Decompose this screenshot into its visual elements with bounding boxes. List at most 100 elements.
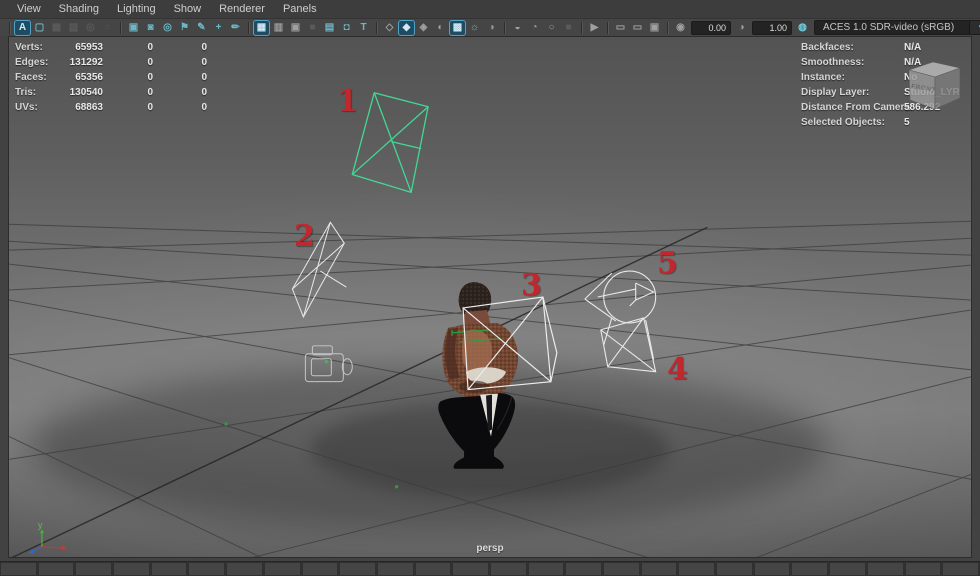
- textured-icon[interactable]: ◈: [416, 21, 431, 35]
- time-slider-tick[interactable]: [905, 563, 941, 575]
- ambient-occlusion-icon[interactable]: ◒: [510, 21, 525, 35]
- hud-label: UVs:: [15, 102, 38, 113]
- motion-blur-icon[interactable]: ◔: [527, 21, 542, 35]
- time-slider-tick[interactable]: [114, 563, 149, 575]
- annotation-3: 3: [521, 268, 542, 303]
- time-slider-tick[interactable]: [604, 563, 639, 575]
- hud-label: Edges:: [15, 57, 49, 68]
- hud-label: Instance:: [801, 72, 845, 83]
- time-slider-tick[interactable]: [340, 563, 375, 575]
- time-slider-tick[interactable]: [490, 563, 526, 575]
- paint-select-icon[interactable]: ▨: [66, 21, 81, 35]
- time-slider-tick[interactable]: [302, 563, 338, 575]
- select-sphere-icon[interactable]: ○: [100, 21, 115, 35]
- 3d-viewport[interactable]: y Verts: 65953 0 0 Edges: 131292 0 0 Faces: 65356…: [8, 36, 972, 558]
- safe-action-icon[interactable]: ◘: [339, 21, 354, 35]
- toolbar-separator: [667, 21, 668, 34]
- field-chart-icon[interactable]: ▤: [322, 21, 337, 35]
- select-circle-icon[interactable]: ◎: [83, 21, 98, 35]
- selection-highlight-icon[interactable]: A: [14, 19, 31, 36]
- render-setting-icon[interactable]: ■: [561, 21, 576, 35]
- menu-item-show[interactable]: Show: [165, 1, 211, 17]
- annotation-4: 4: [667, 352, 688, 387]
- hud-value: 0: [201, 72, 207, 83]
- view-transform-dropdown[interactable]: ACES 1.0 SDR-video (sRGB) ▾: [814, 20, 980, 35]
- time-slider-tick[interactable]: [566, 563, 601, 575]
- time-slider-tick[interactable]: [528, 563, 564, 575]
- snapshot-multi-icon[interactable]: ▭: [630, 21, 645, 35]
- exposure-icon[interactable]: ◉: [673, 21, 688, 35]
- time-slider-tick[interactable]: [641, 563, 677, 575]
- bookmark-icon[interactable]: ⚑: [177, 21, 192, 35]
- time-slider-tick[interactable]: [717, 563, 752, 575]
- image-plane-icon[interactable]: ▣: [647, 21, 662, 35]
- time-slider-tick[interactable]: [189, 563, 225, 575]
- camera-attributes-icon[interactable]: ◎: [160, 21, 175, 35]
- gate-mask-icon[interactable]: ■: [305, 21, 320, 35]
- time-slider-tick[interactable]: [76, 563, 112, 575]
- hud-value: 0: [147, 72, 153, 83]
- time-slider-tick[interactable]: [377, 563, 413, 575]
- hud-value: 65953: [75, 42, 103, 53]
- brush-icon[interactable]: ✏: [228, 21, 243, 35]
- wireframe-on-shaded-icon[interactable]: ▩: [449, 19, 466, 36]
- wireframe-icon[interactable]: ◇: [382, 21, 397, 35]
- time-slider-tick[interactable]: [151, 563, 187, 575]
- hud-label: Distance From Camera:: [801, 102, 914, 113]
- time-slider-tick[interactable]: [1, 563, 36, 575]
- hud-row: Faces: 65356 0 0: [15, 70, 207, 85]
- exposure-field[interactable]: 0.00: [691, 20, 731, 35]
- annotation-5: 5: [657, 246, 678, 281]
- hud-row: UVs: 68863 0 0: [15, 100, 207, 115]
- hud-value: 131292: [69, 57, 103, 68]
- time-slider-tick[interactable]: [453, 563, 488, 575]
- time-slider-tick[interactable]: [754, 563, 790, 575]
- time-slider-tick[interactable]: [830, 563, 865, 575]
- safe-title-icon[interactable]: T: [356, 21, 371, 35]
- color-management-icon[interactable]: ◍: [795, 21, 810, 35]
- time-slider-tick[interactable]: [679, 563, 715, 575]
- lock-camera-icon[interactable]: ◙: [143, 21, 158, 35]
- gamma-icon[interactable]: ◑: [734, 21, 749, 35]
- time-slider-tick[interactable]: [792, 563, 828, 575]
- hud-label: Tris:: [15, 87, 37, 98]
- snap-icon[interactable]: +: [211, 21, 226, 35]
- toolbar-separator: [376, 21, 377, 34]
- toolbar-separator: [9, 21, 10, 34]
- hud-label: Selected Objects:: [801, 117, 885, 128]
- chevron-down-icon[interactable]: ▾: [969, 21, 980, 34]
- time-slider-tick[interactable]: [867, 563, 903, 575]
- resolution-gate-icon[interactable]: ▣: [288, 21, 303, 35]
- anti-aliasing-icon[interactable]: ○: [544, 21, 559, 35]
- shadows-icon[interactable]: ◑: [484, 21, 499, 35]
- time-slider-tick[interactable]: [227, 563, 262, 575]
- hud-value: 68863: [75, 102, 103, 113]
- hud-row: Backfaces: N/A: [801, 40, 960, 55]
- film-gate-icon[interactable]: ▥: [271, 21, 286, 35]
- gamma-field[interactable]: 1.00: [752, 20, 792, 35]
- lasso-select-icon[interactable]: ▦: [49, 21, 64, 35]
- time-slider-tick[interactable]: [415, 563, 451, 575]
- time-slider-tick[interactable]: [943, 563, 978, 575]
- isolate-select-icon[interactable]: ▶: [587, 21, 602, 35]
- camera-icon[interactable]: ▣: [126, 21, 141, 35]
- select-object-icon[interactable]: ▢: [32, 21, 47, 35]
- view-cube[interactable]: FRONT: [902, 57, 966, 117]
- grid-icon[interactable]: ▦: [253, 19, 270, 36]
- menu-item-lighting[interactable]: Lighting: [108, 1, 165, 17]
- menu-item-shading[interactable]: Shading: [50, 1, 108, 17]
- menu-item-view[interactable]: View: [8, 1, 50, 17]
- default-material-icon[interactable]: ◐: [433, 21, 448, 35]
- time-slider[interactable]: [0, 561, 980, 576]
- snapshot-icon[interactable]: ▭: [613, 21, 628, 35]
- menu-item-renderer[interactable]: Renderer: [210, 1, 274, 17]
- menu-item-panels[interactable]: Panels: [274, 1, 326, 17]
- shaded-icon[interactable]: ◆: [398, 19, 415, 36]
- lighting-icon[interactable]: ☼: [467, 21, 482, 35]
- grease-pencil-icon[interactable]: ✎: [194, 21, 209, 35]
- time-slider-tick[interactable]: [38, 563, 74, 575]
- time-slider-tick[interactable]: [264, 563, 300, 575]
- camera1-wireframe-selected[interactable]: [351, 92, 429, 194]
- hud-value: 0: [201, 102, 207, 113]
- annotation-2: 2: [294, 219, 315, 254]
